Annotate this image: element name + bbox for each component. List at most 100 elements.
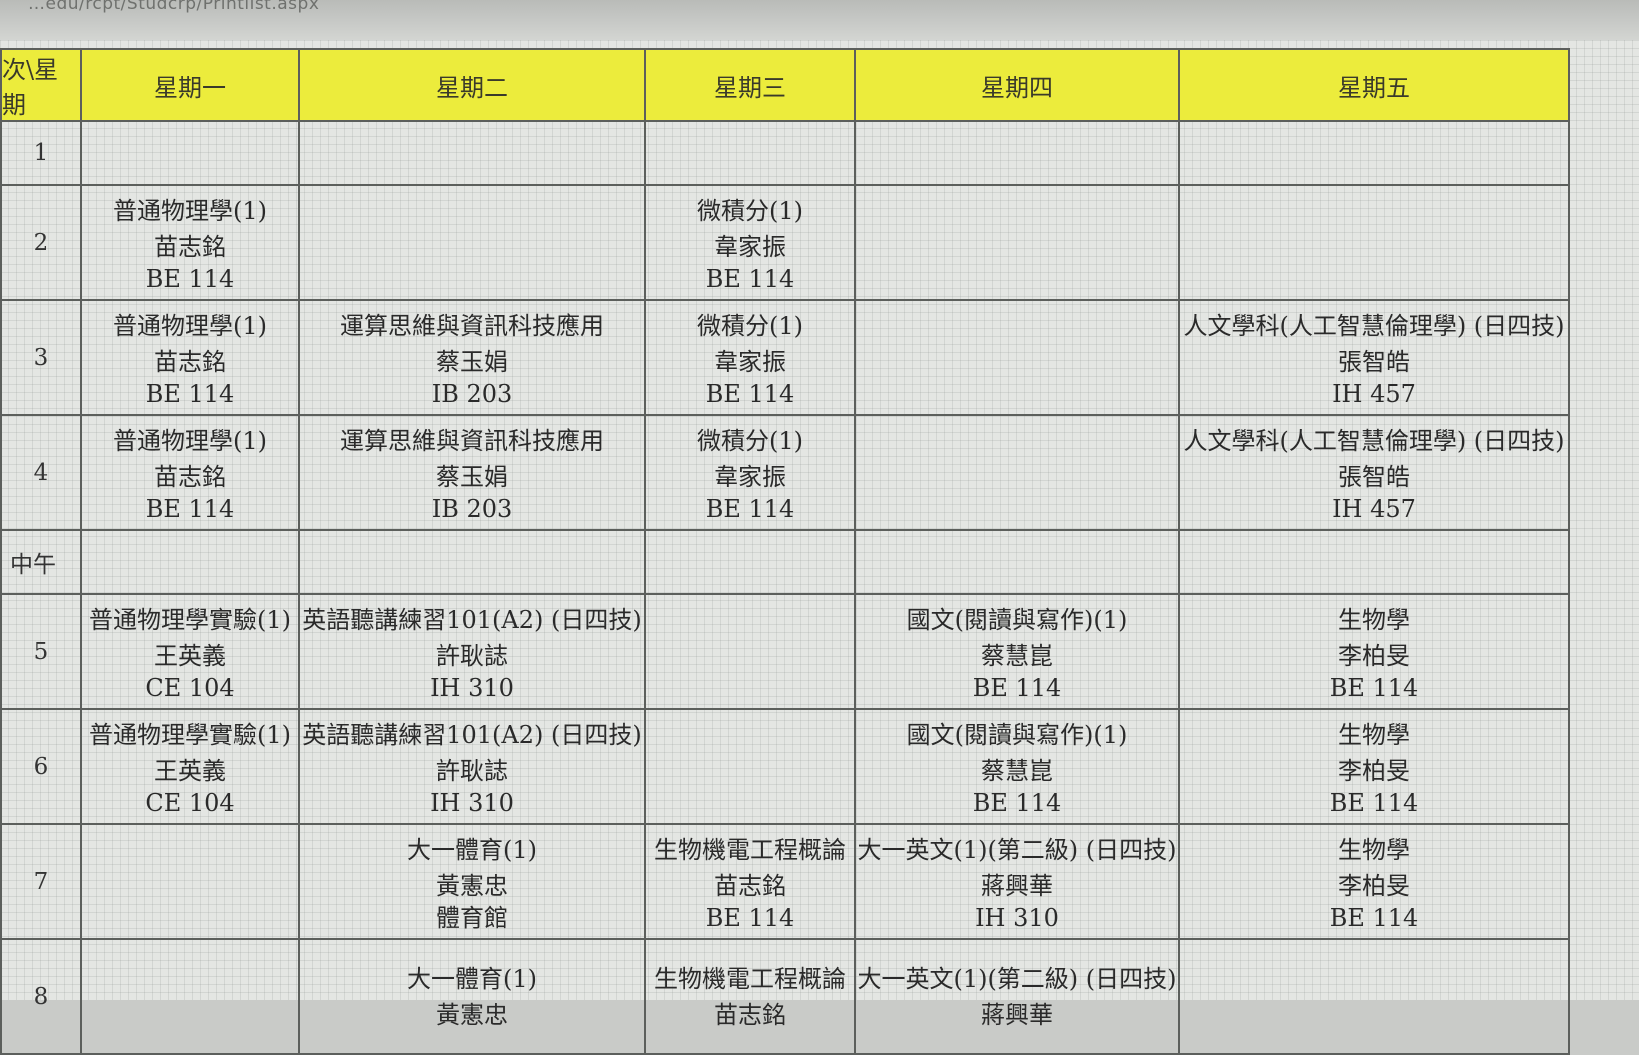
- course-name: 生物學: [1338, 720, 1410, 749]
- room-code: IB 203: [431, 494, 513, 523]
- course-entry: 生物學 李柏旻 BE 114: [1181, 717, 1567, 817]
- room-code: BE 114: [705, 379, 795, 408]
- header-row: 次\星期 星期一 星期二 星期三 星期四 星期五: [0, 48, 1570, 122]
- teacher-name: 蔣興華: [981, 1000, 1053, 1029]
- timetable-body: 1 2 普通物理學(1) 苗志銘 BE 114 微積分(1) 韋家振 BE 114 3 普通物理學…: [0, 120, 1570, 1055]
- course-cell: 大一英文(1)(第二級) (日四技) 蔣興華: [854, 938, 1180, 1055]
- course-name: 大一英文(1)(第二級) (日四技): [857, 835, 1177, 864]
- course-entry: 微積分(1) 韋家振 BE 114: [647, 308, 853, 408]
- period-label: 中午: [0, 529, 82, 595]
- header-day-tue: 星期二: [298, 48, 646, 122]
- course-entry: 英語聽講練習101(A2) (日四技) 許耿誌 IH 310: [301, 717, 643, 817]
- teacher-name: 苗志銘: [714, 871, 786, 900]
- empty-cell: [1178, 184, 1570, 301]
- course-name: 普通物理學實驗(1): [89, 605, 291, 634]
- room-code: BE 114: [705, 264, 795, 293]
- course-name: 英語聽講練習101(A2) (日四技): [302, 720, 642, 749]
- course-entry: 大一體育(1) 黃憲忠: [301, 961, 643, 1033]
- empty-cell: [644, 708, 856, 825]
- course-entry: 國文(閱讀與寫作)(1) 蔡慧崑 BE 114: [857, 717, 1177, 817]
- header-corner: 次\星期: [0, 48, 82, 122]
- teacher-name: 張智皓: [1338, 462, 1410, 491]
- teacher-name: 韋家振: [714, 462, 786, 491]
- teacher-name: 蔡玉娟: [436, 347, 508, 376]
- course-cell: 普通物理學實驗(1) 王英義 CE 104: [80, 593, 300, 710]
- empty-cell: [80, 120, 300, 186]
- course-cell: 國文(閱讀與寫作)(1) 蔡慧崑 BE 114: [854, 708, 1180, 825]
- course-name: 人文學科(人工智慧倫理學) (日四技): [1183, 311, 1565, 340]
- course-entry: 運算思維與資訊科技應用 蔡玉娟 IB 203: [301, 308, 643, 408]
- period-label: 3: [0, 299, 82, 416]
- course-name: 普通物理學實驗(1): [89, 720, 291, 749]
- course-cell: 生物學 李柏旻 BE 114: [1178, 593, 1570, 710]
- course-entry: 普通物理學(1) 苗志銘 BE 114: [83, 308, 297, 408]
- course-name: 生物學: [1338, 605, 1410, 634]
- course-entry: 生物學 李柏旻 BE 114: [1181, 602, 1567, 702]
- period-row: 5 普通物理學實驗(1) 王英義 CE 104 英語聽講練習101(A2) (日四技) 許…: [0, 593, 1570, 710]
- room-code: BE 114: [705, 903, 795, 932]
- empty-cell: [644, 529, 856, 595]
- header-day-thu: 星期四: [854, 48, 1180, 122]
- course-name: 國文(閱讀與寫作)(1): [906, 605, 1128, 634]
- course-cell: 生物學 李柏旻 BE 114: [1178, 708, 1570, 825]
- period-label: 2: [0, 184, 82, 301]
- teacher-name: 李柏旻: [1338, 756, 1410, 785]
- period-label: 1: [0, 120, 82, 186]
- course-name: 普通物理學(1): [113, 426, 267, 455]
- period-row: 2 普通物理學(1) 苗志銘 BE 114 微積分(1) 韋家振 BE 114: [0, 184, 1570, 301]
- course-name: 微積分(1): [697, 426, 803, 455]
- browser-address-strip: …edu/rcpt/Studcrp/Printlist.aspx: [0, 0, 1639, 40]
- course-cell: 普通物理學實驗(1) 王英義 CE 104: [80, 708, 300, 825]
- room-code: IH 310: [430, 673, 514, 702]
- course-cell: 運算思維與資訊科技應用 蔡玉娟 IB 203: [298, 414, 646, 531]
- room-code: BE 114: [1329, 673, 1419, 702]
- header-day-wed: 星期三: [644, 48, 856, 122]
- room-code: BE 114: [145, 494, 235, 523]
- room-code: CE 104: [145, 673, 235, 702]
- empty-cell: [644, 120, 856, 186]
- teacher-name: 李柏旻: [1338, 871, 1410, 900]
- course-cell: 生物機電工程概論 苗志銘 BE 114: [644, 823, 856, 940]
- teacher-name: 王英義: [154, 756, 226, 785]
- timetable: 次\星期 星期一 星期二 星期三 星期四 星期五 1 2 普通物理學(1) 苗志銘 BE…: [0, 48, 1570, 1055]
- empty-cell: [854, 120, 1180, 186]
- course-name: 生物學: [1338, 835, 1410, 864]
- course-cell: 生物機電工程概論 苗志銘: [644, 938, 856, 1055]
- course-cell: 普通物理學(1) 苗志銘 BE 114: [80, 414, 300, 531]
- empty-cell: [298, 529, 646, 595]
- course-cell: 大一體育(1) 黃憲忠: [298, 938, 646, 1055]
- teacher-name: 張智皓: [1338, 347, 1410, 376]
- teacher-name: 黃憲忠: [436, 871, 508, 900]
- course-name: 大一體育(1): [407, 835, 537, 864]
- course-name: 人文學科(人工智慧倫理學) (日四技): [1183, 426, 1565, 455]
- teacher-name: 韋家振: [714, 347, 786, 376]
- course-name: 普通物理學(1): [113, 196, 267, 225]
- period-label: 8: [0, 938, 82, 1055]
- empty-cell: [1178, 120, 1570, 186]
- course-entry: 微積分(1) 韋家振 BE 114: [647, 193, 853, 293]
- period-row: 6 普通物理學實驗(1) 王英義 CE 104 英語聽講練習101(A2) (日四技) 許…: [0, 708, 1570, 825]
- course-cell: 運算思維與資訊科技應用 蔡玉娟 IB 203: [298, 299, 646, 416]
- teacher-name: 苗志銘: [154, 232, 226, 261]
- course-entry: 人文學科(人工智慧倫理學) (日四技) 張智皓 IH 457: [1181, 308, 1567, 408]
- teacher-name: 蔡玉娟: [436, 462, 508, 491]
- room-code: IH 457: [1332, 379, 1416, 408]
- period-row: 3 普通物理學(1) 苗志銘 BE 114 運算思維與資訊科技應用 蔡玉娟 IB 203 微積…: [0, 299, 1570, 416]
- course-entry: 英語聽講練習101(A2) (日四技) 許耿誌 IH 310: [301, 602, 643, 702]
- empty-cell: [854, 184, 1180, 301]
- teacher-name: 王英義: [154, 641, 226, 670]
- empty-cell: [80, 529, 300, 595]
- empty-cell: [80, 823, 300, 940]
- course-name: 微積分(1): [697, 196, 803, 225]
- teacher-name: 苗志銘: [154, 347, 226, 376]
- course-name: 運算思維與資訊科技應用: [340, 426, 604, 455]
- period-row: 4 普通物理學(1) 苗志銘 BE 114 運算思維與資訊科技應用 蔡玉娟 IB 203 微積…: [0, 414, 1570, 531]
- period-row: 1: [0, 120, 1570, 186]
- room-code: BE 114: [705, 494, 795, 523]
- course-entry: 大一英文(1)(第二級) (日四技) 蔣興華: [857, 961, 1177, 1033]
- course-cell: 人文學科(人工智慧倫理學) (日四技) 張智皓 IH 457: [1178, 414, 1570, 531]
- course-cell: 國文(閱讀與寫作)(1) 蔡慧崑 BE 114: [854, 593, 1180, 710]
- room-code: BE 114: [972, 788, 1062, 817]
- empty-cell: [298, 184, 646, 301]
- course-entry: 生物機電工程概論 苗志銘: [647, 961, 853, 1033]
